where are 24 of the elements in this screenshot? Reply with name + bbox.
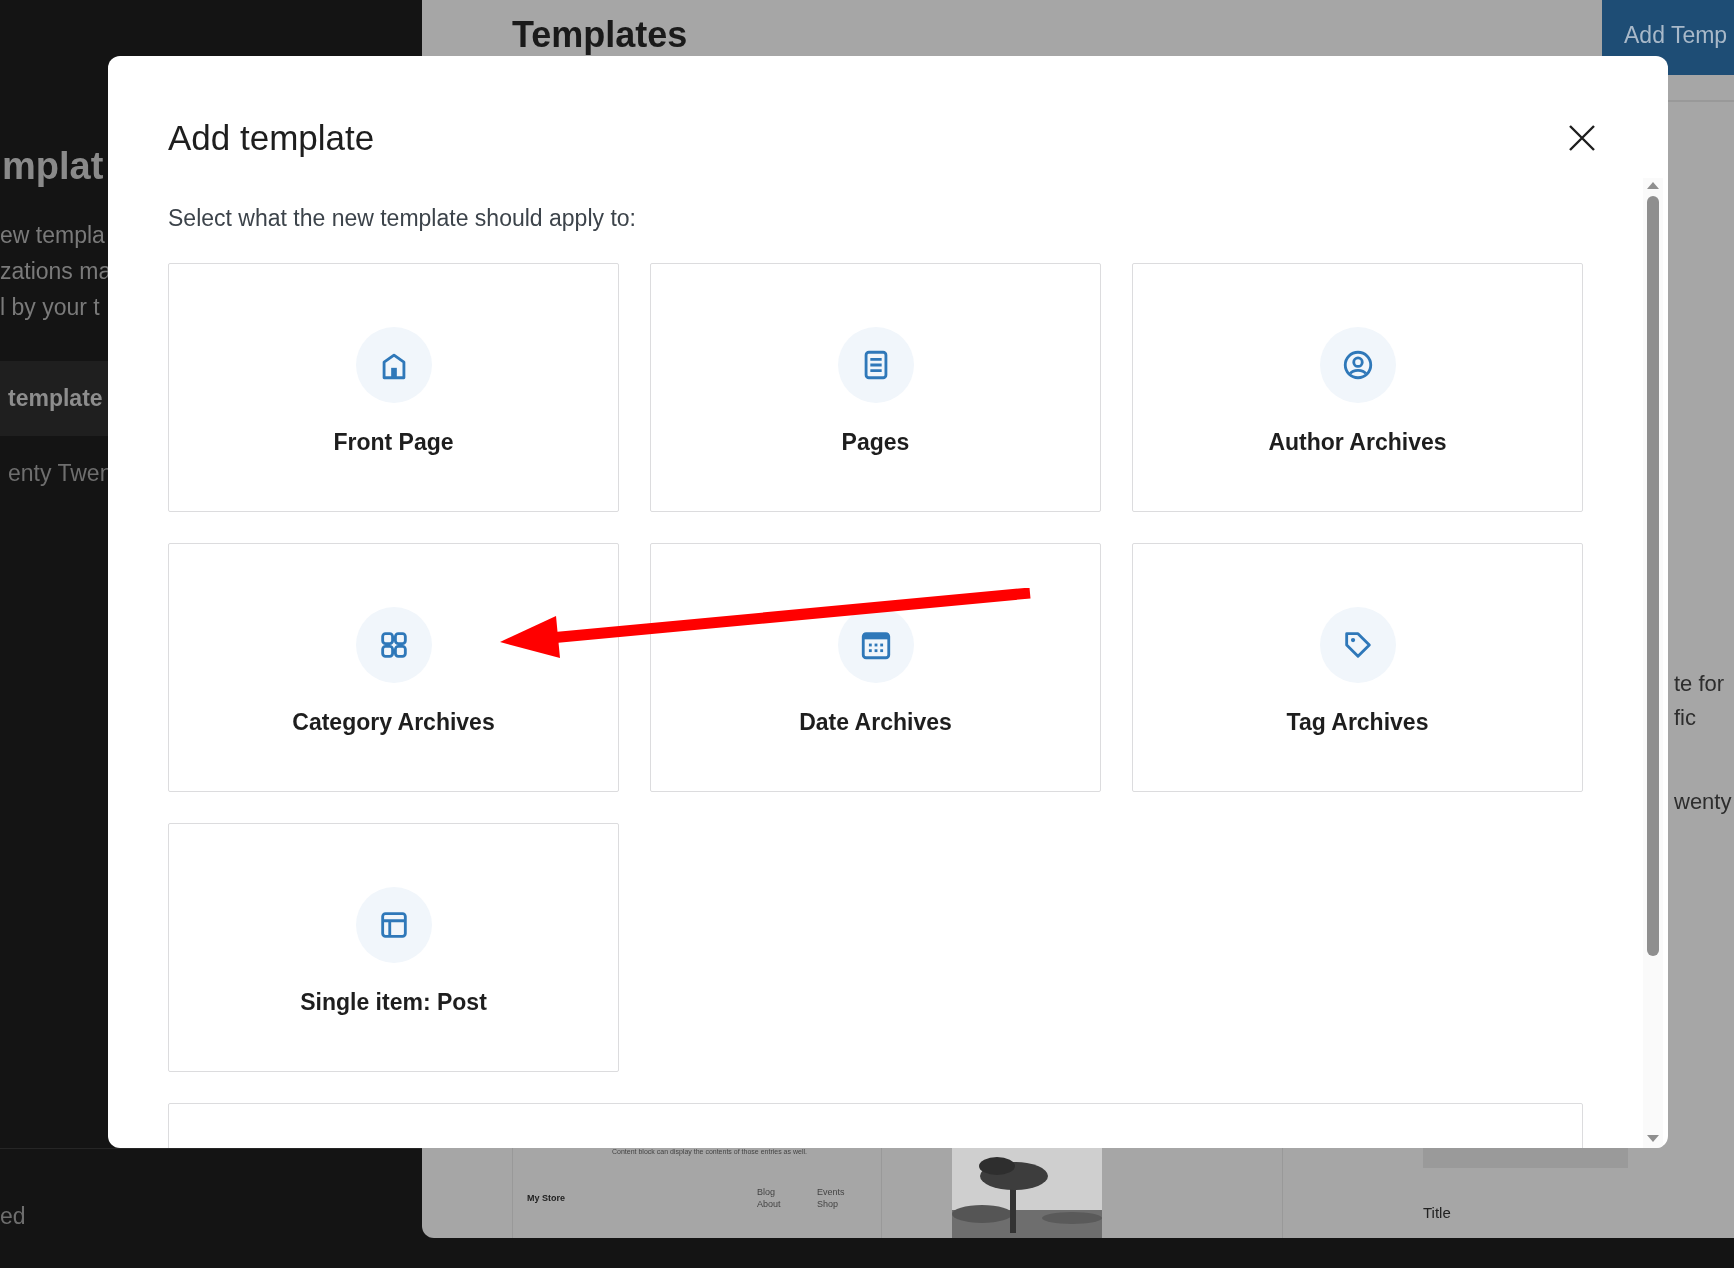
- template-option[interactable]: Category Archives: [168, 543, 619, 792]
- page-title: Templates: [512, 14, 688, 56]
- description-text: wenty: [1674, 788, 1733, 816]
- scrollbar-thumb[interactable]: [1647, 196, 1659, 956]
- description-text: te for: [1674, 670, 1726, 698]
- template-option[interactable]: Pages: [650, 263, 1101, 512]
- scroll-down-icon: [1646, 1134, 1660, 1144]
- description-text: l by your t: [0, 294, 101, 321]
- site-title: My Store: [527, 1193, 565, 1205]
- description-text: fic: [1674, 704, 1697, 732]
- description-text: ew templa: [0, 222, 106, 249]
- template-option[interactable]: Tag Archives: [1132, 543, 1583, 792]
- dialog-subtitle: Select what the new template should apply to:: [168, 205, 637, 232]
- scroll-up-icon: [1646, 180, 1660, 190]
- scrollbar[interactable]: [1643, 178, 1663, 1148]
- preview-title: Title: [1423, 1204, 1452, 1221]
- close-icon: [1568, 124, 1596, 152]
- template-option[interactable]: Date Archives: [650, 543, 1101, 792]
- template-option[interactable]: Front Page: [168, 263, 619, 512]
- template-option[interactable]: Single item: Post: [168, 823, 619, 1072]
- dialog-title: Add template: [168, 118, 375, 158]
- sidebar-title: mplat: [2, 145, 105, 188]
- template-option[interactable]: Author Archives: [1132, 263, 1583, 512]
- sidebar-footer-text: ed: [0, 1203, 27, 1230]
